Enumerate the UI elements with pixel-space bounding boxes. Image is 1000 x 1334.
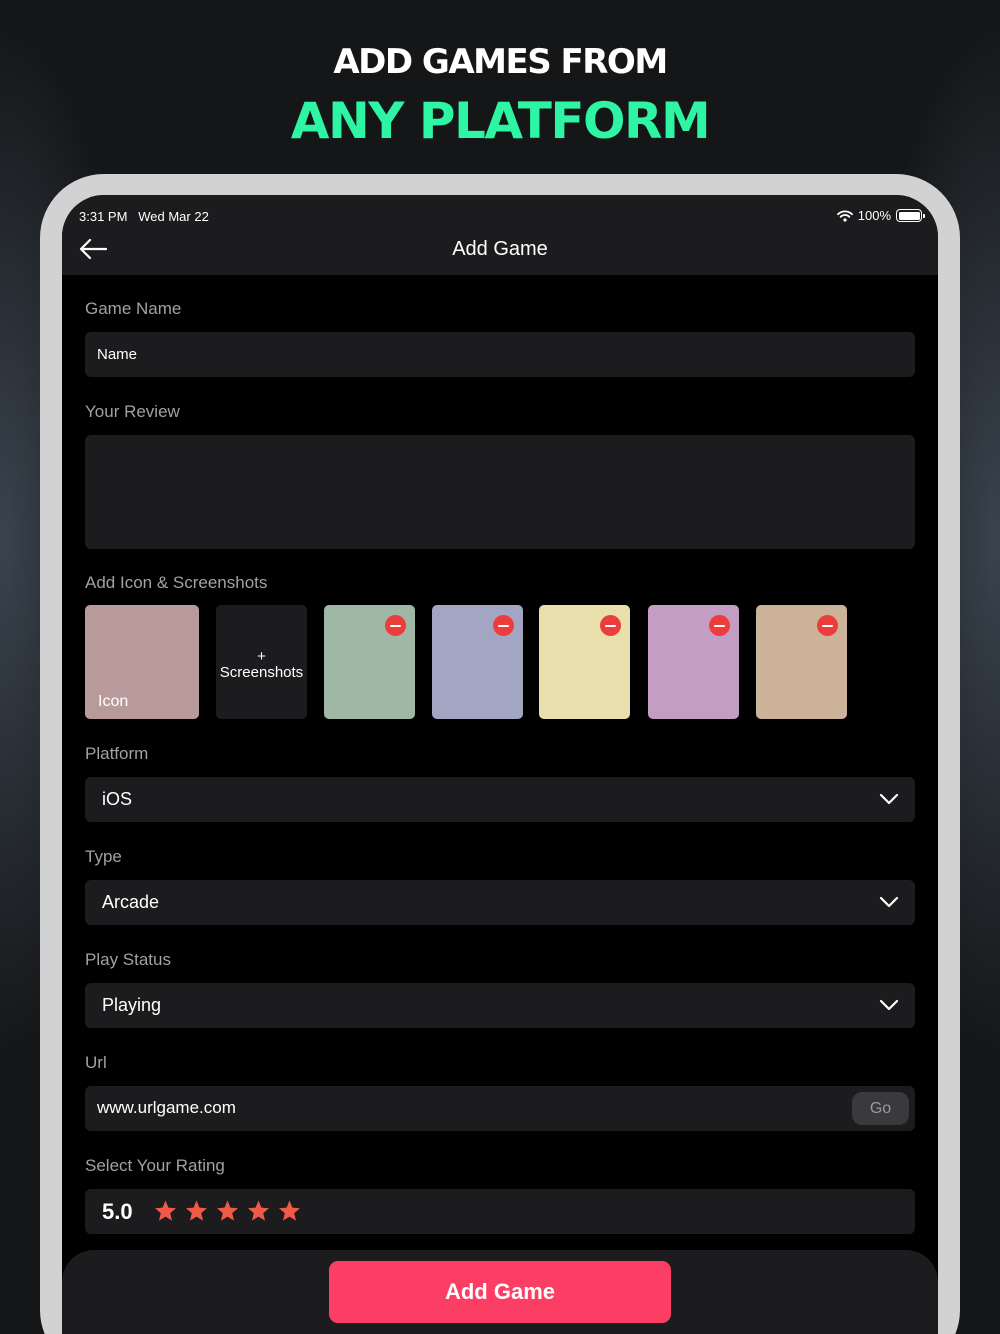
- play-status-select[interactable]: Playing: [85, 983, 915, 1028]
- screenshot-thumbnail[interactable]: [539, 605, 630, 719]
- add-screenshots-text: + Screenshots: [216, 649, 307, 681]
- add-screenshots-button[interactable]: + Screenshots: [216, 605, 307, 719]
- wifi-icon: [836, 209, 853, 222]
- remove-screenshot-icon[interactable]: [493, 615, 514, 636]
- type-select[interactable]: Arcade: [85, 880, 915, 925]
- review-label: Your Review: [85, 402, 180, 421]
- add-screenshots-label: Screenshots: [219, 664, 304, 681]
- icon-tile-label: Icon: [98, 693, 129, 710]
- play-status-label: Play Status: [85, 950, 171, 969]
- status-indicators: 100%: [836, 208, 925, 223]
- rating-field: 5.0: [85, 1189, 915, 1234]
- screenshot-thumbnail[interactable]: [324, 605, 415, 719]
- chevron-down-icon: [879, 793, 899, 805]
- screenshot-thumbnail[interactable]: [648, 605, 739, 719]
- star-rating[interactable]: [153, 1199, 302, 1223]
- type-label: Type: [85, 847, 122, 866]
- headline-line-1: ADD GAMES FROM: [333, 42, 668, 82]
- remove-screenshot-icon[interactable]: [817, 615, 838, 636]
- platform-label: Platform: [85, 744, 149, 763]
- add-game-button[interactable]: Add Game: [329, 1261, 671, 1323]
- headline-line-2: ANY PLATFORM: [290, 92, 711, 150]
- status-time-date: 3:31 PM Wed Mar 22: [79, 209, 209, 224]
- star-icon[interactable]: [184, 1199, 209, 1223]
- star-icon[interactable]: [246, 1199, 271, 1223]
- remove-screenshot-icon[interactable]: [385, 615, 406, 636]
- platform-select[interactable]: iOS: [85, 777, 915, 822]
- type-value: Arcade: [102, 892, 160, 912]
- plus-icon: +: [257, 648, 266, 665]
- play-status-value: Playing: [102, 995, 162, 1015]
- media-label: Add Icon & Screenshots: [85, 573, 268, 592]
- page-title: Add Game: [452, 238, 548, 260]
- screenshot-thumbnail[interactable]: [756, 605, 847, 719]
- chevron-down-icon: [879, 999, 899, 1011]
- star-icon[interactable]: [153, 1199, 178, 1223]
- review-textarea[interactable]: [85, 435, 915, 549]
- url-label: Url: [85, 1053, 107, 1072]
- game-name-value: Name: [97, 346, 138, 363]
- navigation-bar: 3:31 PM Wed Mar 22 100% Add Game: [62, 195, 938, 275]
- game-name-input[interactable]: Name: [85, 332, 915, 377]
- go-button[interactable]: Go: [852, 1092, 909, 1125]
- game-icon-picker[interactable]: Icon: [85, 605, 199, 719]
- url-input[interactable]: www.urlgame.com Go: [85, 1086, 915, 1131]
- battery-percent: 100%: [857, 208, 891, 223]
- platform-value: iOS: [102, 789, 133, 809]
- star-icon[interactable]: [215, 1199, 240, 1223]
- rating-label: Select Your Rating: [85, 1156, 225, 1175]
- remove-screenshot-icon[interactable]: [709, 615, 730, 636]
- game-name-label: Game Name: [85, 299, 182, 318]
- rating-value: 5.0: [102, 1199, 133, 1224]
- screenshot-thumbnail[interactable]: [432, 605, 523, 719]
- bottom-action-panel: Add Game: [62, 1250, 938, 1334]
- url-value: www.urlgame.com: [97, 1098, 236, 1117]
- battery-icon: [896, 209, 925, 222]
- remove-screenshot-icon[interactable]: [600, 615, 621, 636]
- chevron-down-icon: [879, 896, 899, 908]
- star-icon[interactable]: [277, 1199, 302, 1223]
- app-screen: 3:31 PM Wed Mar 22 100% Add Game Game Na…: [62, 195, 938, 1334]
